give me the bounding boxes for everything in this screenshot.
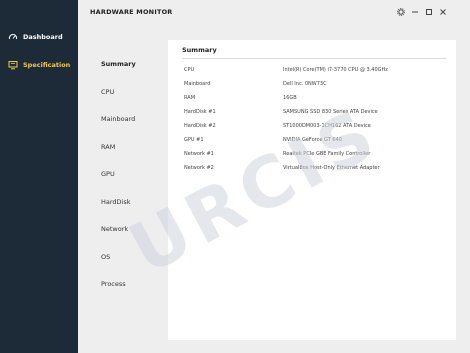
spec-key: Network #1	[184, 151, 214, 157]
monitor-spec-icon	[8, 61, 18, 70]
spec-value: VirtualBox Host-Only Ethernet Adapter	[283, 165, 380, 171]
minimize-icon[interactable]	[410, 6, 420, 18]
spec-key: CPU	[184, 67, 195, 73]
section-os[interactable]: OS	[101, 253, 110, 261]
sidebar: Dashboard Specification	[0, 0, 78, 353]
spec-key: Mainboard	[184, 81, 211, 87]
spec-key: HardDisk #1	[184, 109, 216, 115]
nav-specification-label: Specification	[23, 61, 71, 69]
spec-key: RAM	[184, 95, 196, 101]
spec-key: HardDisk #2	[184, 123, 216, 129]
dashboard-gauge-icon	[8, 34, 18, 40]
spec-value: 16GB	[283, 95, 297, 101]
spec-row: RAM 16GB	[168, 95, 456, 107]
section-ram[interactable]: RAM	[101, 143, 115, 151]
spec-row: Network #1 Realtek PCIe GBE Family Contr…	[168, 151, 456, 163]
divider	[182, 58, 446, 59]
nav-specification[interactable]: Specification	[8, 60, 70, 70]
maximize-icon[interactable]	[424, 6, 434, 18]
spec-value: NVIDIA GeForce GT 640	[283, 137, 342, 143]
spec-row: CPU Intel(R) Core(TM) i7-3770 CPU @ 3.40…	[168, 67, 456, 79]
spec-row: Network #2 VirtualBox Host-Only Ethernet…	[168, 165, 456, 177]
main-area: HARDWARE MONITOR Summary CPU Mainboard R…	[78, 0, 470, 353]
section-process[interactable]: Process	[101, 280, 126, 288]
spec-row: HardDisk #1 SAMSUNG SSD 830 Series ATA D…	[168, 109, 456, 121]
close-icon[interactable]	[438, 6, 448, 18]
section-menu: Summary CPU Mainboard RAM GPU HardDisk N…	[78, 26, 168, 353]
section-cpu[interactable]: CPU	[101, 88, 114, 96]
spec-key: GPU #1	[184, 137, 204, 143]
spec-value: ST1000DM003-1CH162 ATA Device	[283, 123, 371, 129]
gear-icon[interactable]	[396, 6, 406, 18]
spec-row: Mainboard Dell Inc. 0NW73C	[168, 81, 456, 93]
section-summary[interactable]: Summary	[101, 60, 136, 68]
title-bar: HARDWARE MONITOR	[78, 0, 470, 26]
spec-key: Network #2	[184, 165, 214, 171]
spec-row: GPU #1 NVIDIA GeForce GT 640	[168, 137, 456, 149]
summary-panel: Summary CPU Intel(R) Core(TM) i7-3770 CP…	[168, 40, 456, 340]
nav-dashboard-label: Dashboard	[23, 33, 63, 41]
spec-value: SAMSUNG SSD 830 Series ATA Device	[283, 109, 378, 115]
spec-value: Dell Inc. 0NW73C	[283, 81, 327, 87]
spec-row: HardDisk #2 ST1000DM003-1CH162 ATA Devic…	[168, 123, 456, 135]
spec-value: Intel(R) Core(TM) i7-3770 CPU @ 3.40GHz	[283, 67, 388, 73]
section-network[interactable]: Network	[101, 225, 128, 233]
panel-title: Summary	[182, 46, 217, 54]
spec-value: Realtek PCIe GBE Family Controller	[283, 151, 371, 157]
section-harddisk[interactable]: HardDisk	[101, 198, 131, 206]
section-gpu[interactable]: GPU	[101, 170, 115, 178]
section-mainboard[interactable]: Mainboard	[101, 115, 135, 123]
app-title: HARDWARE MONITOR	[90, 8, 173, 16]
nav-dashboard[interactable]: Dashboard	[8, 32, 63, 42]
